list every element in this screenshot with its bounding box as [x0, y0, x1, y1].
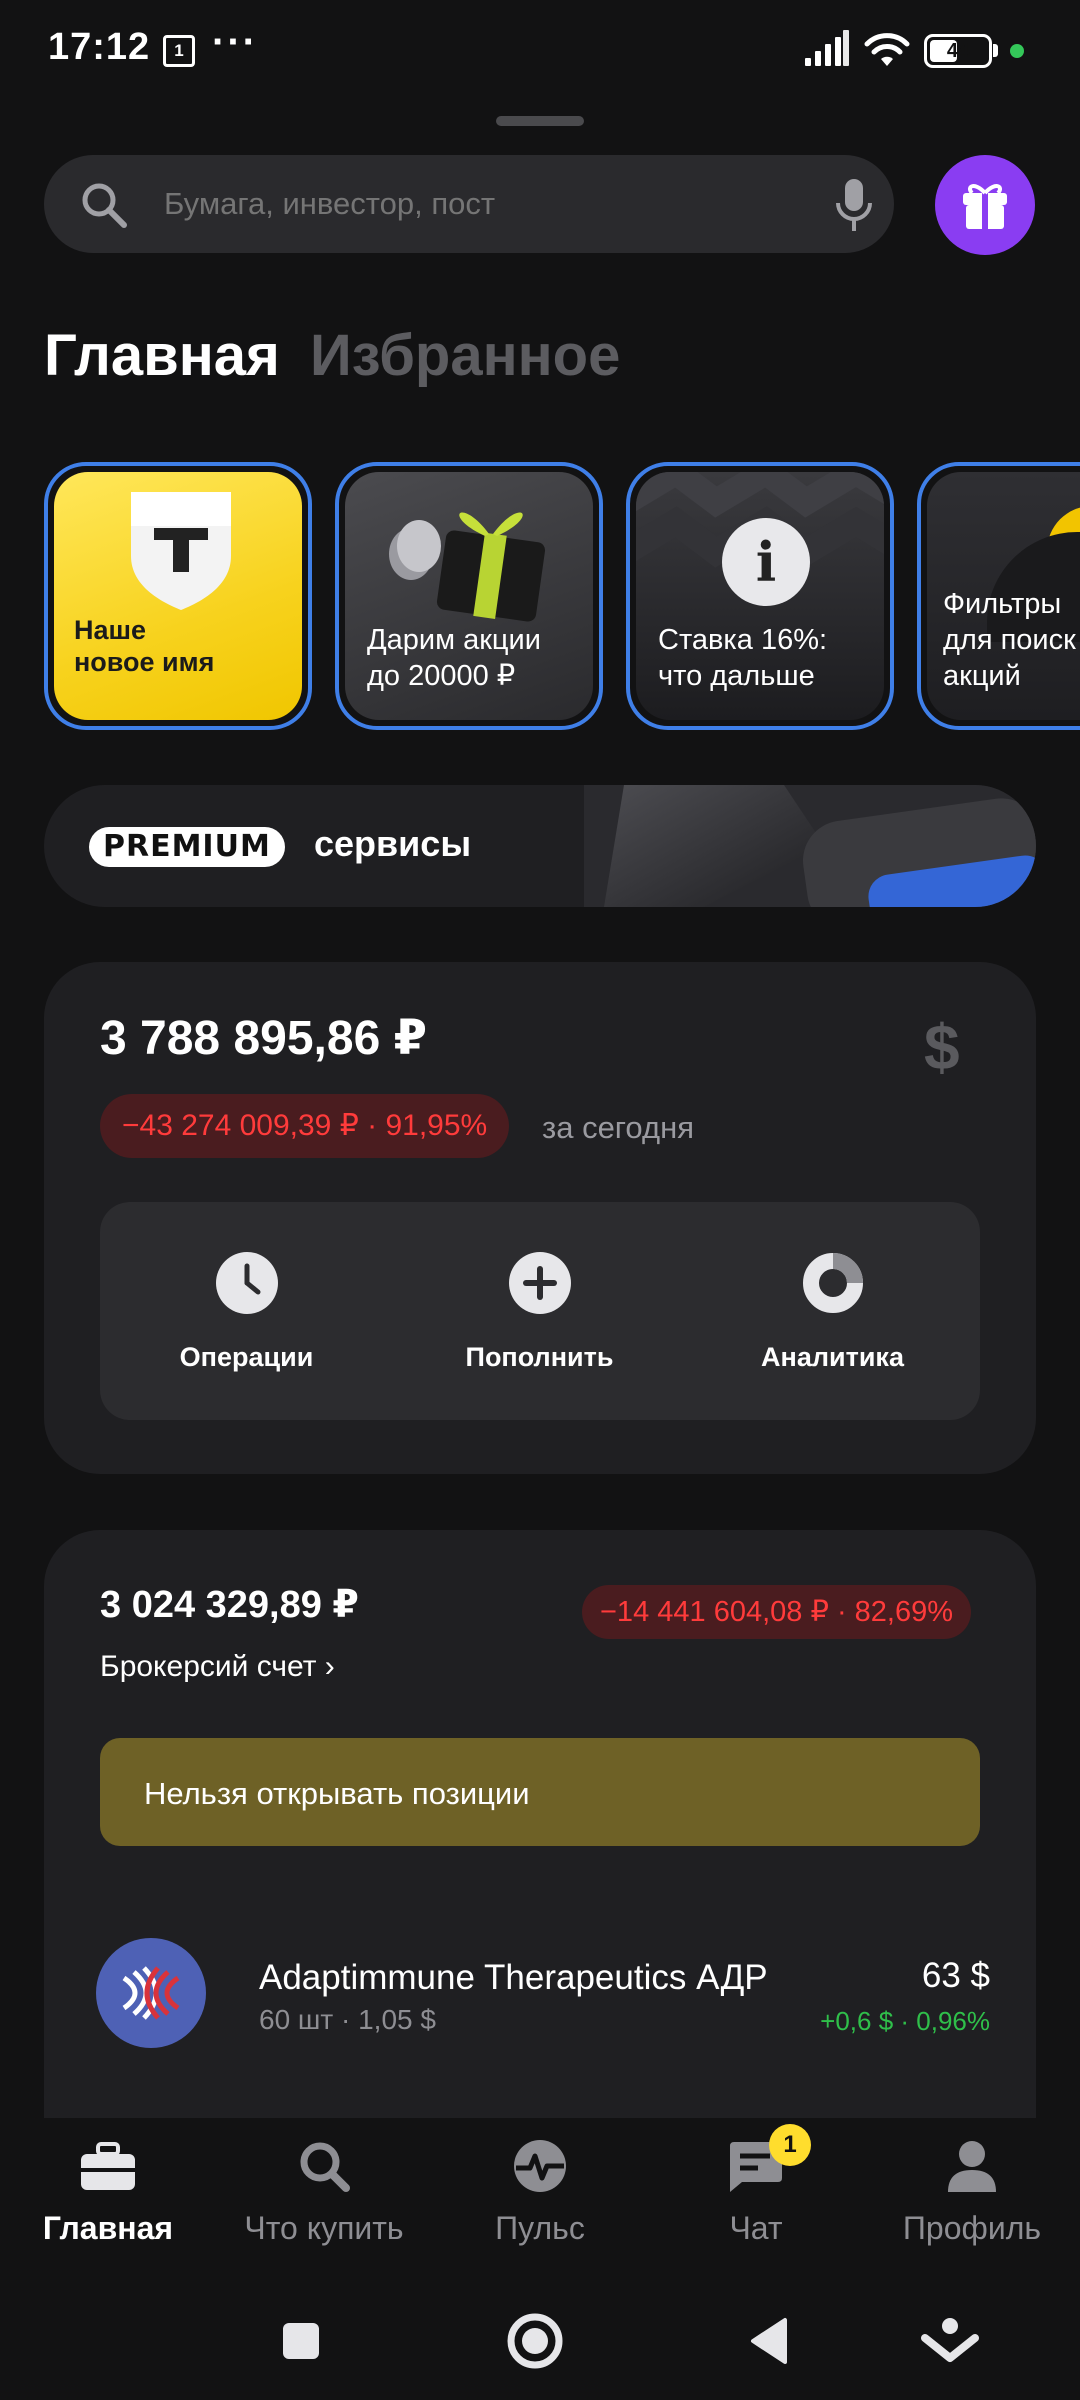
position-quantity: 60 шт · 1,05 $	[259, 2004, 436, 2035]
back-icon[interactable]	[735, 2306, 805, 2376]
tab-favorites[interactable]: Избранное	[310, 322, 620, 389]
story-text: Фильтры для поиск акций	[943, 588, 1076, 692]
pulse-icon	[514, 2140, 566, 2192]
premium-label: сервисы	[314, 823, 472, 864]
search-bar[interactable]	[44, 155, 894, 253]
portfolio-total: 3 788 895,86 ₽	[100, 1012, 427, 1065]
wifi-icon	[864, 33, 910, 66]
tbank-logo-icon	[131, 492, 231, 610]
sheet-grabber[interactable]	[496, 116, 584, 126]
nav-item-pulse[interactable]: Пульс	[432, 2118, 648, 2286]
broker-account-total: 3 024 329,89 ₽	[100, 1584, 359, 1626]
position-name: Adaptimmune Therapeutics АДР	[259, 1958, 768, 1997]
nav-label-chat: Чат	[729, 2210, 783, 2246]
story-card-body: Наше новое имя	[54, 472, 302, 720]
nav-label-profile: Профиль	[902, 2210, 1042, 2246]
info-icon: i	[722, 518, 810, 606]
restriction-warning-banner[interactable]: Нельзя открывать позиции	[100, 1738, 980, 1846]
change-period-label: за сегодня	[542, 1110, 694, 1145]
story-card-body: Фильтры для поиск акций	[927, 472, 1080, 720]
microphone-icon[interactable]	[834, 177, 874, 233]
donut-chart-icon	[802, 1252, 864, 1314]
privacy-indicator-dot	[1010, 44, 1024, 58]
premium-services-banner[interactable]: PREMIUM сервисы	[44, 785, 1036, 907]
recent-apps-icon[interactable]	[266, 2306, 336, 2376]
story-card-filters[interactable]: Фильтры для поиск акций	[917, 462, 1080, 730]
broker-account-change-badge: −14 441 604,08 ₽ · 82,69%	[582, 1585, 972, 1639]
top-up-button[interactable]: Пополнить	[393, 1202, 686, 1420]
nav-label-what-to-buy: Что купить	[244, 2210, 404, 2246]
nav-item-profile[interactable]: Профиль	[864, 2118, 1080, 2286]
analytics-label: Аналитика	[761, 1342, 904, 1372]
story-card-body: Дарим акции до 20000 ₽	[345, 472, 593, 720]
broker-account-name-link[interactable]: Брокерсий счет ›	[100, 1650, 335, 1684]
tab-main[interactable]: Главная	[44, 322, 280, 389]
plus-icon	[509, 1252, 571, 1314]
system-navigation-bar	[0, 2286, 1080, 2400]
premium-decor-art	[584, 785, 1036, 907]
nav-item-main[interactable]: Главная	[0, 2118, 216, 2286]
more-notifications-icon: ···	[212, 20, 258, 64]
operations-label: Операции	[179, 1342, 314, 1372]
profile-icon	[948, 2141, 996, 2192]
story-card-new-name[interactable]: Наше новое имя	[44, 462, 312, 730]
portfolio-change-badge: −43 274 009,39 ₽ · 91,95%	[100, 1094, 510, 1158]
calendar-icon: 1	[163, 35, 195, 67]
top-up-label: Пополнить	[465, 1342, 614, 1372]
position-value: 63 $	[921, 1956, 990, 1995]
home-icon[interactable]	[500, 2306, 570, 2376]
story-text: Ставка 16%: что дальше	[658, 624, 828, 692]
portfolio-summary-card[interactable]: 3 788 895,86 ₽ $ −43 274 009,39 ₽ · 91,9…	[44, 962, 1036, 1474]
premium-badge: PREMIUM	[89, 827, 285, 867]
adaptimmune-logo-icon	[96, 1938, 206, 2048]
nav-label-main: Главная	[42, 2210, 174, 2246]
app-screen: 17:12 1 ··· 44 Бумага, инвестор, пост Гл…	[0, 0, 1080, 2400]
nav-item-what-to-buy[interactable]: Что купить	[216, 2118, 432, 2286]
restriction-warning-text: Нельзя открывать позиции	[144, 1776, 530, 1811]
bottom-navigation: Главная Что купить Пульс 1 Чат Профиль	[0, 2118, 1080, 2286]
quick-actions: Операции Пополнить Аналитика	[100, 1202, 980, 1420]
search-icon	[82, 183, 127, 228]
battery-tip	[993, 44, 998, 57]
info-letter: i	[755, 530, 777, 594]
briefcase-icon	[81, 2142, 135, 2190]
status-bar: 17:12 1 ··· 44	[0, 0, 1080, 100]
gift-button[interactable]	[935, 155, 1035, 255]
signal-icon	[805, 30, 849, 66]
status-time: 17:12	[48, 26, 151, 68]
gift-box-icon	[389, 512, 546, 622]
search-input[interactable]	[164, 155, 824, 253]
clock-icon	[216, 1252, 278, 1314]
position-change: +0,6 $ · 0,96%	[820, 2006, 990, 2036]
gift-icon	[963, 184, 1007, 229]
operations-button[interactable]: Операции	[100, 1202, 393, 1420]
battery-level: 44	[946, 40, 970, 62]
chat-unread-badge: 1	[769, 2124, 811, 2166]
story-text: Наше новое имя	[74, 615, 215, 677]
battery-icon: 44	[924, 34, 992, 68]
story-card-rate[interactable]: i Ставка 16%: что дальше	[626, 462, 894, 730]
search-icon	[300, 2142, 350, 2192]
nav-label-pulse: Пульс	[495, 2210, 585, 2246]
nav-item-chat[interactable]: 1 Чат	[648, 2118, 864, 2286]
analytics-button[interactable]: Аналитика	[686, 1202, 979, 1420]
story-card-gift-shares[interactable]: Дарим акции до 20000 ₽	[335, 462, 603, 730]
currency-switch-icon[interactable]: $	[924, 1010, 960, 1084]
broker-account-card[interactable]: 3 024 329,89 ₽ −14 441 604,08 ₽ · 82,69%…	[44, 1530, 1036, 2130]
story-text: Дарим акции до 20000 ₽	[367, 624, 541, 692]
story-card-body: i Ставка 16%: что дальше	[636, 472, 884, 720]
assistant-icon[interactable]	[915, 2306, 985, 2376]
